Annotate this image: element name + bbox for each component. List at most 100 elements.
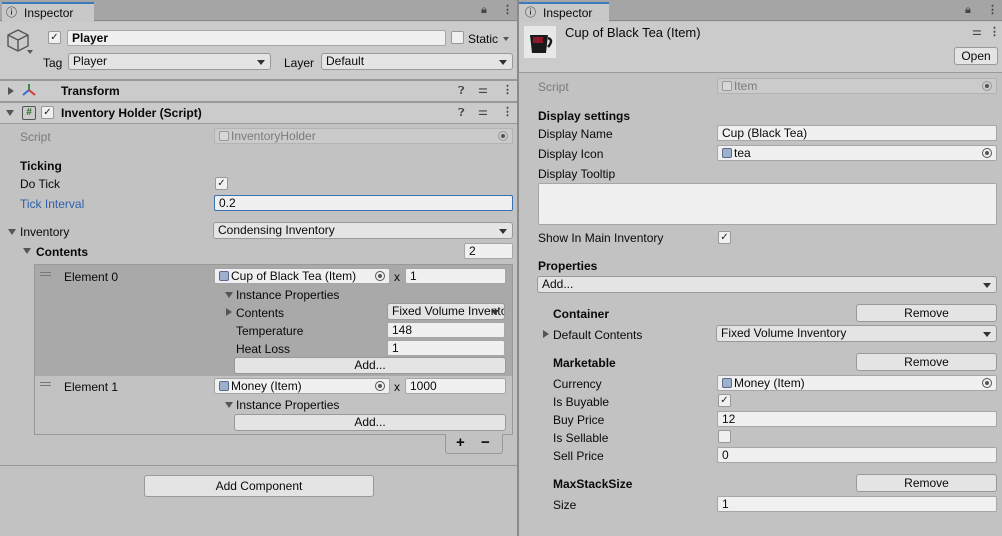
lock-icon[interactable]: 🔒︎ [481, 4, 487, 16]
item-icon [722, 378, 732, 388]
instance-props-foldout-arrow[interactable] [225, 402, 233, 408]
default-contents-label: Default Contents [553, 328, 643, 342]
element-0-item-field[interactable]: Cup of Black Tea (Item) [214, 268, 390, 284]
script-field: Item [717, 78, 997, 94]
static-dropdown-arrow[interactable] [503, 37, 509, 41]
script-file-icon [722, 81, 732, 91]
left-inspector-tab[interactable]: ⓘ Inspector [2, 2, 94, 22]
layer-dropdown[interactable]: Default [321, 53, 513, 70]
temperature-field[interactable]: 148 [387, 322, 505, 338]
element-0-add-button[interactable]: Add... [234, 357, 506, 374]
target-icon[interactable] [498, 131, 508, 141]
help-icon[interactable]: ❓︎ [458, 85, 465, 97]
element-1-quantity-field[interactable]: 1000 [405, 378, 506, 394]
contents-count-field[interactable]: 2 [464, 243, 513, 259]
sliders-icon[interactable]: ⚌ [478, 84, 488, 96]
inventory-label: Inventory [20, 225, 70, 239]
kebab-icon[interactable]: ⋮ [502, 4, 513, 16]
default-contents-foldout-arrow[interactable] [543, 330, 549, 338]
element-1-instance-properties: Instance Properties [236, 398, 340, 412]
script-icon: # [22, 106, 36, 120]
element-1-add-button[interactable]: Add... [234, 414, 506, 431]
right-inspector: ⓘ Inspector 🔒︎ ⋮ Cup of Black Tea (Item)… [519, 0, 1002, 536]
left-tab-title: Inspector [24, 6, 74, 20]
static-checkbox[interactable] [451, 31, 464, 44]
inventory-holder-title: Inventory Holder (Script) [61, 106, 202, 120]
currency-label: Currency [553, 377, 602, 391]
remove-element-button[interactable]: − [481, 435, 490, 450]
inventory-holder-foldout-arrow[interactable] [6, 110, 14, 116]
display-icon-field[interactable]: tea [717, 145, 997, 161]
container-remove-button[interactable]: Remove [856, 304, 997, 322]
teacup-icon [524, 26, 556, 58]
sliders-icon[interactable]: ⚌ [972, 26, 982, 38]
left-inspector: ⓘ Inspector 🔒︎ ⋮ ✓ Player Static Tag Pla… [0, 0, 517, 536]
active-checkbox[interactable]: ✓ [48, 31, 61, 44]
element-0-quantity-field[interactable]: 1 [405, 268, 506, 284]
script-file-icon [219, 131, 229, 141]
tag-dropdown[interactable]: Player [68, 53, 271, 70]
ticking-header: Ticking [20, 159, 62, 173]
do-tick-checkbox[interactable]: ✓ [215, 177, 228, 190]
is-sellable-checkbox[interactable] [718, 430, 731, 443]
kebab-icon[interactable]: ⋮ [987, 4, 998, 16]
is-buyable-checkbox[interactable]: ✓ [718, 394, 731, 407]
element-0-contents-foldout-arrow[interactable] [226, 308, 232, 316]
kebab-icon[interactable]: ⋮ [502, 106, 513, 118]
tick-interval-field[interactable]: 0.2 [214, 195, 513, 211]
heat-loss-field[interactable]: 1 [387, 340, 505, 356]
static-label: Static [468, 32, 499, 46]
target-icon[interactable] [982, 148, 992, 158]
display-tooltip-textarea[interactable] [538, 183, 997, 225]
drag-handle-icon[interactable] [40, 272, 51, 276]
sell-price-field[interactable]: 0 [717, 447, 997, 463]
buy-price-label: Buy Price [553, 413, 605, 427]
lock-icon[interactable]: 🔒︎ [965, 4, 971, 16]
open-button[interactable]: Open [954, 47, 998, 65]
script-field: InventoryHolder [214, 128, 513, 144]
contents-foldout-arrow[interactable] [23, 248, 31, 254]
right-inspector-tab[interactable]: ⓘ Inspector [519, 2, 609, 22]
contents-label: Contents [36, 245, 88, 259]
element-1-x-label: x [394, 380, 400, 394]
marketable-header: Marketable [553, 356, 616, 370]
component-enabled-checkbox[interactable]: ✓ [41, 106, 54, 119]
default-contents-dropdown[interactable]: Fixed Volume Inventory [716, 325, 997, 342]
maxstack-remove-button[interactable]: Remove [856, 474, 997, 492]
display-name-field[interactable]: Cup (Black Tea) [717, 125, 997, 141]
element-0-contents-dropdown[interactable]: Fixed Volume Inventory [387, 303, 505, 320]
help-icon[interactable]: ❓︎ [458, 107, 465, 119]
show-in-main-checkbox[interactable]: ✓ [718, 231, 731, 244]
instance-props-foldout-arrow[interactable] [225, 292, 233, 298]
right-tab-title: Inspector [543, 6, 593, 20]
element-1-label: Element 1 [64, 380, 119, 394]
transform-foldout-arrow[interactable] [8, 87, 14, 95]
target-icon[interactable] [375, 271, 385, 281]
target-icon[interactable] [982, 378, 992, 388]
add-property-dropdown[interactable]: Add... [537, 276, 997, 293]
target-icon[interactable] [982, 81, 992, 91]
layer-label: Layer [284, 56, 315, 70]
inventory-foldout-arrow[interactable] [8, 229, 16, 235]
element-1-item-field[interactable]: Money (Item) [214, 378, 390, 394]
add-element-button[interactable]: + [456, 435, 465, 450]
drag-handle-icon[interactable] [40, 382, 51, 386]
kebab-icon[interactable]: ⋮ [502, 84, 513, 96]
marketable-remove-button[interactable]: Remove [856, 353, 997, 371]
size-field[interactable]: 1 [717, 496, 997, 512]
bottom-separator [0, 465, 517, 466]
sliders-icon[interactable]: ⚌ [478, 106, 488, 118]
currency-field[interactable]: Money (Item) [717, 375, 997, 391]
inventory-type-dropdown[interactable]: Condensing Inventory [213, 222, 513, 239]
info-icon: ⓘ [6, 7, 17, 19]
maxstack-header: MaxStackSize [553, 477, 633, 491]
element-0-contents-label: Contents [236, 306, 285, 320]
object-name-field[interactable]: Player [67, 30, 446, 46]
chevron-down-icon[interactable] [27, 50, 33, 54]
buy-price-field[interactable]: 12 [717, 411, 997, 427]
kebab-icon[interactable]: ⋮ [989, 26, 1000, 38]
list-footer [445, 434, 503, 454]
add-component-button[interactable]: Add Component [144, 475, 374, 497]
container-header: Container [553, 307, 610, 321]
target-icon[interactable] [375, 381, 385, 391]
